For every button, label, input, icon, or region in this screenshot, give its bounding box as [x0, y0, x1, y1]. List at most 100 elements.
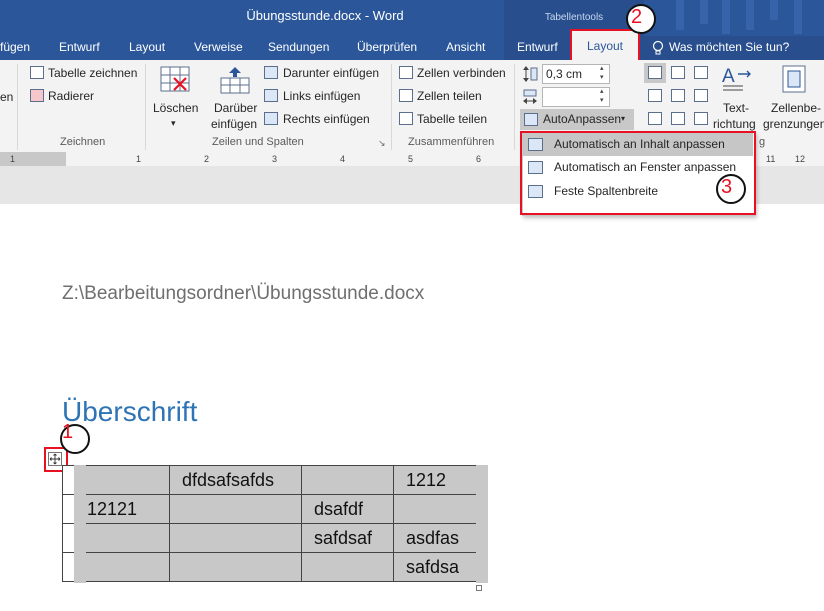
table-cell[interactable]	[169, 494, 302, 524]
align-middle-center-icon[interactable]	[671, 89, 685, 102]
table-cell[interactable]	[301, 552, 394, 582]
tab-references[interactable]: Verweise	[194, 36, 243, 60]
ribbon-separator	[17, 64, 18, 150]
table-cell[interactable]: safdsaf	[301, 523, 394, 553]
table-row: safdsa	[62, 552, 479, 582]
ribbon-separator	[145, 64, 146, 150]
tell-me-search[interactable]: Was möchten Sie tun?	[669, 36, 789, 60]
insert-left-button[interactable]: Links einfügen	[283, 89, 360, 103]
ribbon-separator	[514, 64, 515, 150]
dialog-launcher-icon[interactable]: ↘	[378, 138, 386, 149]
width-spinner-icon[interactable]: ▴ ▾	[600, 87, 604, 105]
tab-insert[interactable]: fügen	[0, 36, 30, 60]
insert-below-button[interactable]: Darunter einfügen	[283, 66, 379, 80]
ruler-label: 5	[408, 154, 414, 164]
autofit-icon	[524, 113, 538, 126]
header-pattern	[722, 0, 730, 34]
text-direction-label-1[interactable]: Text-	[723, 101, 749, 115]
highlight-box-layout-tab	[570, 29, 640, 63]
merge-cells-icon	[399, 66, 413, 79]
row-height-icon	[522, 65, 538, 83]
text-direction-icon[interactable]: A	[721, 64, 753, 94]
align-bottom-left-icon[interactable]	[648, 112, 662, 125]
tab-design[interactable]: Entwurf	[59, 36, 100, 60]
ruler-label: 1	[10, 154, 16, 164]
group-label-cell-size-partial: g	[759, 136, 766, 148]
draw-table-icon	[30, 66, 44, 79]
align-top-right-icon[interactable]	[694, 66, 708, 79]
align-bottom-right-icon[interactable]	[694, 112, 708, 125]
align-bottom-center-icon[interactable]	[671, 112, 685, 125]
tab-mailings[interactable]: Sendungen	[268, 36, 329, 60]
document-path-text: Z:\Bearbeitungsordner\Übungsstunde.docx	[62, 283, 425, 304]
header-pattern	[794, 0, 802, 34]
table-cell[interactable]: 1212	[393, 465, 479, 495]
cell-margins-label-2[interactable]: grenzungen	[763, 117, 824, 131]
split-cells-button[interactable]: Zellen teilen	[417, 89, 482, 103]
table-tools-label: Tabellentools	[544, 12, 604, 23]
merge-cells-button[interactable]: Zellen verbinden	[417, 66, 506, 80]
ruler-label: 4	[340, 154, 346, 164]
table-cell[interactable]	[62, 465, 75, 495]
table-cell[interactable]	[169, 552, 302, 582]
align-top-center-icon[interactable]	[671, 66, 685, 79]
group-label-draw: Zeichnen	[60, 136, 106, 148]
table-cell[interactable]	[169, 523, 302, 553]
document-heading[interactable]: Überschrift	[62, 396, 197, 428]
ruler-label: 3	[272, 154, 278, 164]
insert-above-label-2[interactable]: einfügen	[211, 117, 257, 131]
insert-right-button[interactable]: Rechts einfügen	[283, 112, 370, 126]
table-cell[interactable]: dsafdf	[301, 494, 394, 524]
autofit-chevron-down-icon: ▾	[621, 114, 626, 123]
table-cell[interactable]	[74, 523, 170, 553]
header-pattern	[770, 0, 778, 20]
highlight-box-dropdown	[520, 131, 756, 215]
table-selection-left	[74, 465, 86, 583]
table-cell[interactable]: 12121	[74, 494, 170, 524]
table-resize-handle[interactable]	[476, 585, 482, 591]
table-cell[interactable]: asdfas	[393, 523, 479, 553]
table-cell[interactable]	[62, 523, 75, 553]
ribbon-separator	[391, 64, 392, 150]
table-cell[interactable]	[74, 465, 170, 495]
group-label-rows-columns: Zeilen und Spalten	[212, 136, 304, 148]
table-cell[interactable]	[74, 552, 170, 582]
marker-number-3: 3	[721, 176, 733, 198]
marker-number-1: 1	[62, 421, 74, 443]
table-cell[interactable]	[62, 552, 75, 582]
tab-table-design[interactable]: Entwurf	[517, 36, 558, 60]
align-top-left-icon[interactable]	[648, 66, 662, 79]
eraser-button[interactable]: Radierer	[48, 89, 94, 103]
lightbulb-icon	[652, 40, 664, 56]
chevron-down-icon[interactable]: ▾	[171, 118, 176, 129]
text-direction-label-2[interactable]: richtung	[713, 117, 756, 131]
table-row: 12121 dsafdf	[62, 494, 479, 524]
ribbon-partial-label: en	[0, 90, 14, 104]
tab-layout[interactable]: Layout	[129, 36, 165, 60]
group-label-merge: Zusammenführen	[408, 136, 495, 148]
split-table-button[interactable]: Tabelle teilen	[417, 112, 487, 126]
draw-table-button[interactable]: Tabelle zeichnen	[48, 66, 137, 80]
table-cell[interactable]	[393, 494, 479, 524]
cell-margins-icon[interactable]	[780, 64, 808, 94]
table-cell[interactable]: dfdsafsafds	[169, 465, 302, 495]
tab-review[interactable]: Überprüfen	[357, 36, 417, 60]
table-cell[interactable]	[62, 494, 75, 524]
document-table[interactable]: dfdsafsafds 1212 12121 dsafdf safdsaf as…	[62, 465, 479, 582]
insert-above-label-1[interactable]: Darüber	[214, 101, 257, 115]
table-cell[interactable]	[301, 465, 394, 495]
split-cells-icon	[399, 89, 413, 102]
insert-above-icon	[220, 66, 250, 94]
tab-view[interactable]: Ansicht	[446, 36, 485, 60]
delete-table-icon	[160, 66, 190, 94]
table-cell[interactable]: safdsa	[393, 552, 479, 582]
align-middle-right-icon[interactable]	[694, 89, 708, 102]
header-pattern	[676, 0, 684, 30]
align-middle-left-icon[interactable]	[648, 89, 662, 102]
height-spinner-icon[interactable]: ▴ ▾	[600, 64, 604, 82]
cell-margins-label-1[interactable]: Zellenbe-	[771, 101, 821, 115]
insert-below-icon	[264, 66, 278, 79]
delete-button[interactable]: Löschen	[153, 101, 198, 115]
autofit-label: AutoAnpassen	[543, 112, 622, 126]
row-height-value: 0,3 cm	[546, 67, 583, 81]
